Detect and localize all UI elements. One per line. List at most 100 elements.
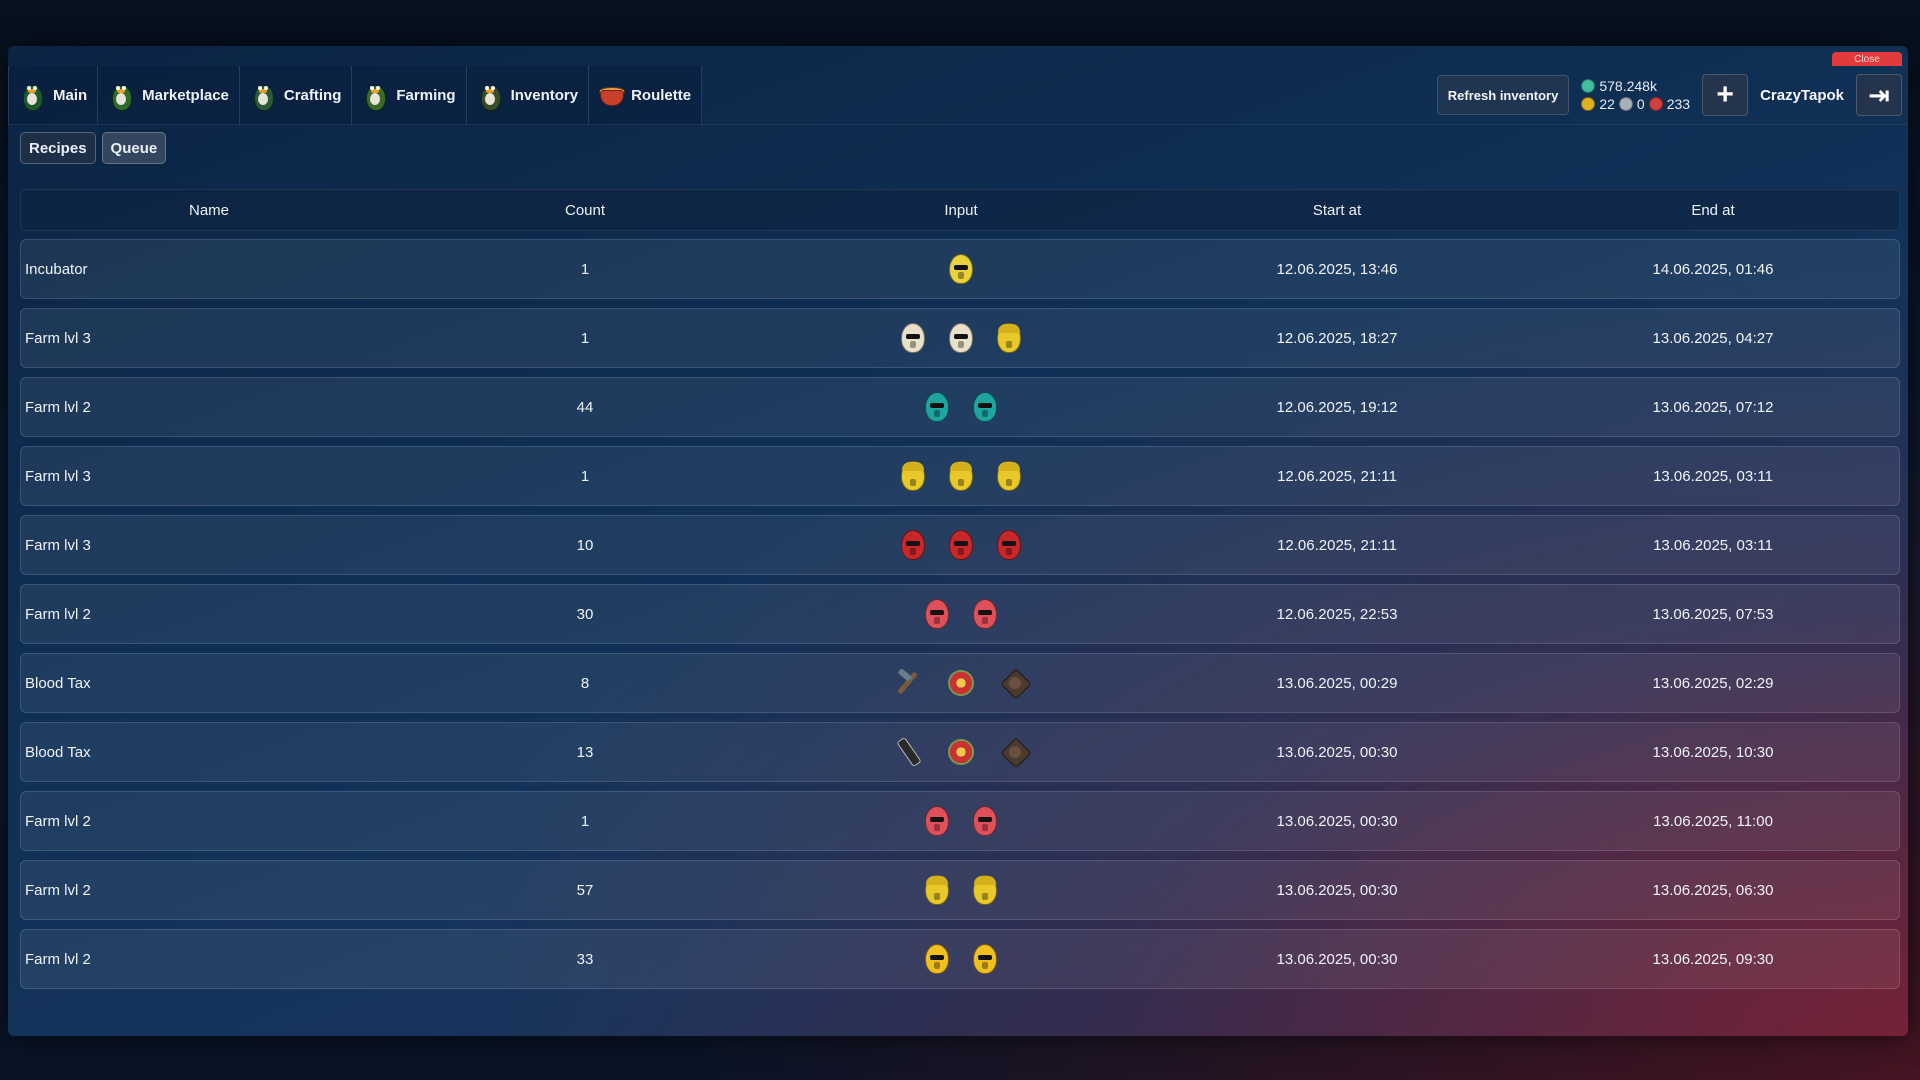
row-name: Farm lvl 3 — [25, 329, 91, 347]
username: CrazyTapok — [1760, 86, 1844, 104]
row-inputs — [773, 254, 1149, 284]
row-name: Farm lvl 2 — [25, 950, 91, 968]
table-row: Farm lvl 3 1 12.06.2025, 21:11 13.06.2025, … — [20, 446, 1900, 506]
row-end-at: 13.06.2025, 03:11 — [1653, 536, 1773, 554]
row-start-at: 13.06.2025, 00:30 — [1276, 950, 1398, 968]
row-name: Farm lvl 2 — [25, 605, 91, 623]
tab-inventory[interactable]: Inventory — [466, 66, 590, 124]
table-row: Farm lvl 2 57 13.06.2025, 00:30 13.06.2025,… — [20, 860, 1900, 920]
tab-roulette[interactable]: Roulette — [589, 66, 703, 124]
row-start-at: 12.06.2025, 21:11 — [1277, 536, 1397, 554]
row-count: 57 — [576, 881, 594, 899]
egg-icon — [925, 944, 949, 974]
row-start-at: 12.06.2025, 18:27 — [1276, 329, 1398, 347]
row-count: 1 — [580, 467, 590, 485]
column-header: Name — [188, 201, 229, 219]
row-name: Farm lvl 3 — [25, 467, 91, 485]
tab-marketplace[interactable]: Marketplace — [98, 66, 240, 124]
column-header: Count — [564, 201, 606, 219]
duck-icon — [108, 79, 134, 111]
egg-icon — [973, 875, 997, 905]
row-end-at: 13.06.2025, 06:30 — [1652, 881, 1774, 899]
app-window: Close Main Marketplace Crafting Farming Inve… — [8, 46, 1908, 1036]
table-row: Farm lvl 3 10 12.06.2025, 21:11 13.06.2025,… — [20, 515, 1900, 575]
tab-crafting[interactable]: Crafting — [239, 66, 353, 124]
row-name: Farm lvl 2 — [25, 881, 91, 899]
logout-button[interactable]: ⇥ — [1856, 74, 1902, 116]
tab-label: Inventory — [510, 86, 579, 104]
plus-icon: + — [1716, 78, 1734, 111]
column-header: Input — [944, 201, 978, 219]
row-start-at: 12.06.2025, 21:11 — [1277, 467, 1397, 485]
row-inputs — [773, 668, 1149, 698]
row-count: 10 — [576, 536, 594, 554]
egg-icon — [997, 323, 1021, 353]
spiky-item-icon — [1000, 737, 1030, 767]
tab-label: Crafting — [283, 86, 342, 104]
row-start-at: 13.06.2025, 00:29 — [1276, 674, 1398, 692]
row-count: 33 — [576, 950, 594, 968]
main-coin-icon — [1581, 79, 1596, 93]
refresh-inventory-button[interactable]: Refresh inventory — [1436, 75, 1570, 115]
row-count: 1 — [580, 260, 590, 278]
close-button[interactable]: Close — [1832, 52, 1902, 66]
silver-coin-icon — [1618, 97, 1633, 111]
column-header: Start at — [1312, 201, 1362, 219]
tab-farming[interactable]: Farming — [352, 66, 467, 124]
row-inputs — [773, 392, 1149, 422]
main-balance-value: 578.248k — [1599, 78, 1657, 94]
table-row: Farm lvl 3 1 12.06.2025, 18:27 13.06.2025, … — [20, 308, 1900, 368]
table-row: Incubator 1 12.06.2025, 13:46 14.06.2025, 0… — [20, 239, 1900, 299]
row-end-at: 13.06.2025, 02:29 — [1652, 674, 1774, 692]
table-row: Farm lvl 2 44 12.06.2025, 19:12 13.06.2025,… — [20, 377, 1900, 437]
egg-icon — [949, 461, 973, 491]
row-name: Farm lvl 3 — [25, 536, 91, 554]
row-end-at: 13.06.2025, 04:27 — [1652, 329, 1774, 347]
table-header: Name Count Input Start at End at — [20, 189, 1900, 231]
craft-subtabs: Recipes Queue — [20, 132, 167, 164]
subtab-queue[interactable]: Queue — [101, 132, 167, 164]
row-name: Blood Tax — [25, 674, 91, 692]
main-balance: 578.248k — [1581, 78, 1690, 94]
row-inputs — [773, 806, 1149, 836]
currency-balances: 578.248k 22 0 233 — [1581, 78, 1690, 112]
egg-icon — [997, 530, 1021, 560]
egg-icon — [973, 392, 997, 422]
row-end-at: 14.06.2025, 01:46 — [1652, 260, 1774, 278]
tab-label: Main — [53, 86, 88, 104]
row-start-at: 13.06.2025, 00:30 — [1276, 812, 1398, 830]
row-count: 8 — [580, 674, 590, 692]
gold-coin-icon — [1581, 97, 1596, 111]
row-inputs — [773, 323, 1149, 353]
add-funds-button[interactable]: + — [1702, 74, 1749, 116]
top-navigation-bar: Main Marketplace Crafting Farming Inventory R… — [8, 66, 1908, 125]
egg-icon — [901, 530, 925, 560]
flower-item-icon — [946, 668, 976, 698]
row-count: 30 — [576, 605, 594, 623]
row-inputs — [773, 599, 1149, 629]
egg-icon — [949, 530, 973, 560]
row-inputs — [773, 944, 1149, 974]
spiky-item-icon — [1000, 668, 1030, 698]
red-balance-value: 233 — [1666, 96, 1691, 112]
row-count: 13 — [576, 743, 594, 761]
row-end-at: 13.06.2025, 03:11 — [1653, 467, 1773, 485]
nav-tabs: Main Marketplace Crafting Farming Inventory R… — [8, 66, 703, 124]
row-start-at: 12.06.2025, 19:12 — [1276, 398, 1398, 416]
row-count: 1 — [580, 812, 590, 830]
row-name: Blood Tax — [25, 743, 91, 761]
tab-main[interactable]: Main — [8, 66, 99, 124]
table-row: Farm lvl 2 33 13.06.2025, 00:30 13.06.2025,… — [20, 929, 1900, 989]
egg-icon — [925, 392, 949, 422]
egg-icon — [901, 461, 925, 491]
table-row: Farm lvl 2 30 12.06.2025, 22:53 13.06.2025,… — [20, 584, 1900, 644]
logout-icon: ⇥ — [1868, 79, 1890, 110]
row-start-at: 12.06.2025, 22:53 — [1276, 605, 1398, 623]
flower-item-icon — [946, 737, 976, 767]
row-end-at: 13.06.2025, 07:53 — [1652, 605, 1774, 623]
egg-icon — [925, 806, 949, 836]
table-row: Blood Tax 13 13.06.2025, 00:30 13.06.2025, … — [20, 722, 1900, 782]
token-balances: 22 0 233 — [1581, 96, 1690, 112]
subtab-recipes[interactable]: Recipes — [20, 132, 96, 164]
egg-icon — [925, 599, 949, 629]
